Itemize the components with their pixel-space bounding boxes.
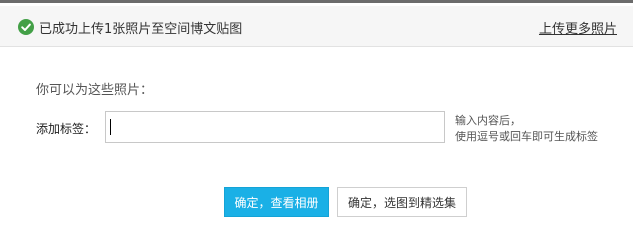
tag-hint: 输入内容后， 使用逗号或回车即可生成标签: [455, 113, 598, 145]
confirm-select-to-featured-button[interactable]: 确定，选图到精选集: [337, 187, 467, 217]
tag-hint-line-2: 使用逗号或回车即可生成标签: [455, 130, 598, 143]
check-circle-icon: [18, 19, 34, 35]
prompt-text: 你可以为这些照片：: [36, 83, 154, 98]
confirm-view-album-button[interactable]: 确定，查看相册: [224, 187, 329, 217]
upload-success-dialog: 已成功上传1张照片至空间博文贴图 上传更多照片 你可以为这些照片： 添加标签： …: [0, 0, 633, 243]
dialog-header: 已成功上传1张照片至空间博文贴图 上传更多照片: [0, 6, 633, 47]
text-caret: [110, 119, 111, 135]
header-title: 已成功上传1张照片至空间博文贴图: [39, 22, 243, 37]
tag-hint-line-1: 输入内容后，: [455, 114, 521, 127]
tag-input[interactable]: [105, 111, 445, 143]
upload-more-photos-link[interactable]: 上传更多照片: [539, 18, 617, 37]
tag-field-label: 添加标签：: [36, 122, 97, 136]
